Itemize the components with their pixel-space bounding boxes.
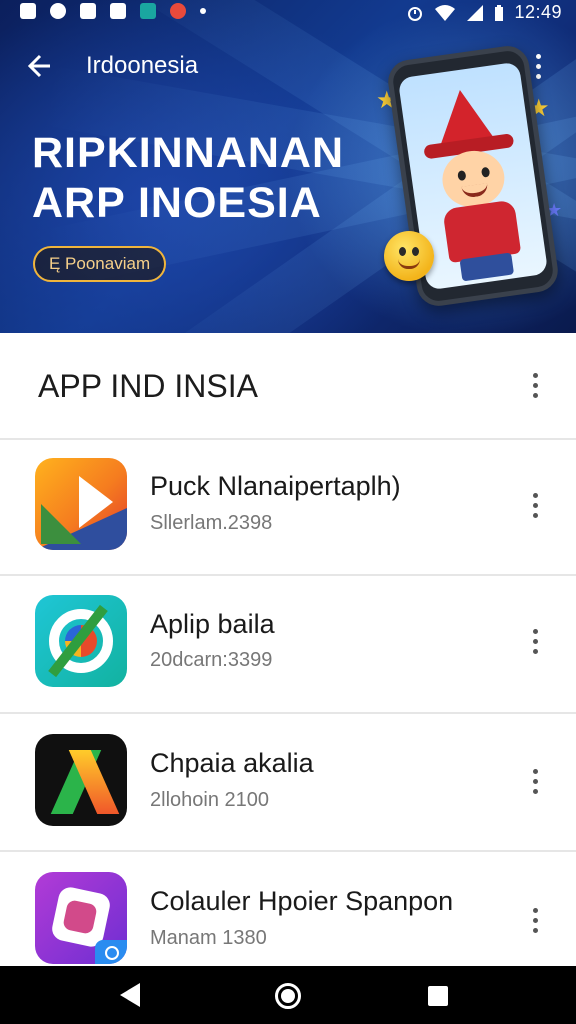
teal-app-icon: [140, 3, 156, 19]
hero-title: RIPKINNANAN ARP INOESIA: [32, 128, 392, 228]
more-vert-dot: [532, 927, 538, 933]
back-button[interactable]: [20, 46, 60, 86]
red-app-icon: [170, 3, 186, 19]
section-more-button[interactable]: [520, 365, 550, 405]
app-name: Aplip baila: [150, 609, 275, 639]
camera-icon: [80, 3, 96, 19]
hero-banner: 12:49 Irdoonesia RIPKINNANAN ARP INOESIA…: [0, 0, 576, 333]
navigation-bar: [0, 966, 576, 1024]
app-list-item[interactable]: Puck Nlanaipertaplh) Sllerlam.2398: [0, 440, 576, 578]
status-bar: 12:49: [0, 0, 576, 26]
app-name: Colauler Hpoier Spanpon: [150, 886, 454, 916]
nav-home-icon[interactable]: [275, 983, 301, 1009]
more-vert-dot: [532, 778, 538, 784]
app-meta: 2llohoin 2100: [150, 789, 269, 811]
promo-button[interactable]: Ę Poonaviam: [33, 246, 167, 282]
more-vert-dot: [532, 917, 538, 923]
app-more-button[interactable]: [520, 761, 550, 801]
more-vert-dot: [535, 63, 541, 69]
more-vert-dot: [532, 382, 538, 388]
icon-shape: [79, 476, 113, 528]
nav-recents-icon[interactable]: [428, 986, 448, 1006]
app-meta: Manam 1380: [150, 927, 267, 949]
hero-title-line2: ARP INOESIA: [32, 179, 322, 227]
app-meta: Sllerlam.2398: [150, 512, 273, 534]
more-vert-icon: [532, 628, 538, 634]
clock-time: 12:49: [514, 2, 562, 22]
app-list-item[interactable]: Chpaia akalia 2llohoin 2100: [0, 714, 576, 852]
app-name: Chpaia akalia: [150, 748, 314, 778]
app-name: Puck Nlanaipertaplh): [150, 471, 401, 501]
more-vert-icon: [532, 907, 538, 913]
alarm-icon: [408, 6, 423, 21]
toolbar-title: Irdoonesia: [86, 52, 199, 79]
wifi-icon: [435, 4, 456, 21]
app-more-button[interactable]: [520, 900, 550, 940]
more-vert-dot: [532, 648, 538, 654]
more-vert-dot: [532, 638, 538, 644]
back-arrow-icon: [27, 54, 50, 78]
teal-compass-app-icon: [35, 595, 127, 687]
app-more-button[interactable]: [520, 621, 550, 661]
purple-shape-app-icon: [35, 872, 127, 964]
gallery-icon: [20, 3, 36, 19]
more-vert-dot: [532, 788, 538, 794]
more-vert-icon: [532, 768, 538, 774]
app-list-item[interactable]: Colauler Hpoier Spanpon Manam 1380: [0, 852, 576, 966]
hero-title-line1: RIPKINNANAN: [32, 129, 344, 177]
more-vert-icon: [532, 492, 538, 498]
orange-red-triangle-app-icon: [35, 458, 127, 550]
more-vert-dot: [535, 73, 541, 79]
app-list-item[interactable]: Aplip baila 20dcarn:3399: [0, 576, 576, 714]
nav-back-icon[interactable]: [120, 983, 140, 1007]
more-vert-dot: [532, 502, 538, 508]
app-meta: 20dcarn:3399: [150, 649, 273, 671]
signal-icon: [467, 4, 484, 21]
camera-badge-icon: [95, 940, 127, 964]
app-more-button[interactable]: [520, 485, 550, 525]
location-icon: [50, 3, 66, 19]
more-vert-dot: [532, 512, 538, 518]
smiley-ball-icon: [384, 231, 434, 281]
more-vert-icon: [535, 53, 541, 59]
section-title: APP IND INSIA: [38, 368, 258, 404]
smiley-mouth: [398, 259, 420, 269]
more-vert-icon: [532, 372, 538, 378]
file-icon: [110, 3, 126, 19]
notification-dot-icon: [200, 8, 206, 14]
icon-shape: [41, 504, 81, 544]
black-a-letter-app-icon: [35, 734, 127, 826]
more-vert-dot: [532, 392, 538, 398]
battery-icon: [495, 4, 504, 21]
